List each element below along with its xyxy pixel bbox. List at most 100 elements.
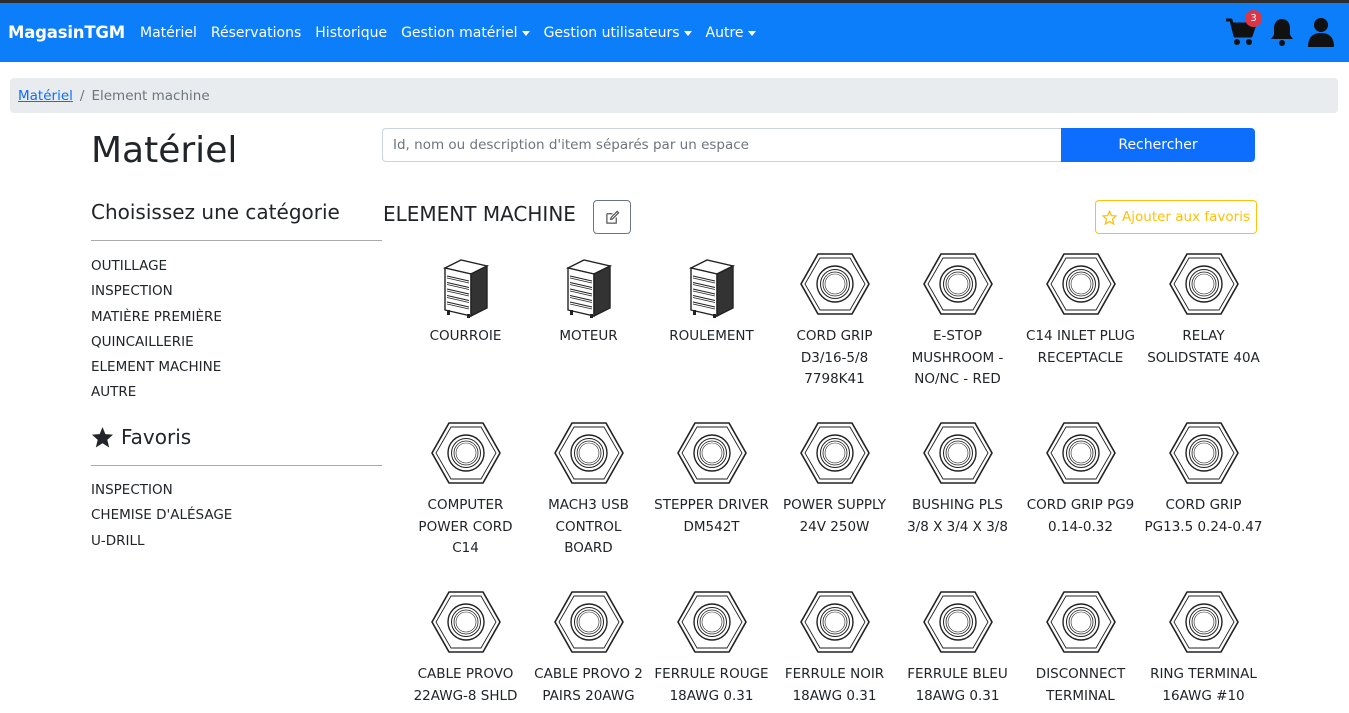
item-card[interactable]: STEPPER DRIVER DM542T	[650, 419, 773, 538]
item-label: COMPUTER POWER CORD C14	[404, 495, 527, 560]
categories-item[interactable]: INSPECTION	[91, 279, 222, 304]
breadcrumb-current: Element machine	[91, 88, 210, 104]
item-card[interactable]: FERRULE BLEU 18AWG 0.31	[896, 588, 1019, 707]
item-label-line: C14 INLET PLUG	[1026, 328, 1135, 344]
caret-down-icon	[683, 30, 692, 36]
hex-nut-icon	[404, 419, 527, 491]
item-label: CABLE PROVO 2 PAIRS 20AWG	[527, 664, 650, 707]
cart-button[interactable]: 3	[1225, 10, 1262, 51]
categories-item[interactable]: OUTILLAGE	[91, 254, 222, 279]
item-label-line: COMPUTER	[427, 497, 504, 513]
category-list: OUTILLAGE INSPECTION MATIÈRE PREMIÈRE QUINC…	[91, 254, 222, 406]
brand-logo[interactable]: MagasinTGM	[8, 23, 125, 42]
item-label: CORD GRIP PG9 0.14-0.32	[1019, 495, 1142, 538]
item-label-line: RING TERMINAL	[1150, 666, 1257, 682]
item-card[interactable]: FERRULE ROUGE 18AWG 0.31	[650, 588, 773, 707]
favorites-item[interactable]: INSPECTION	[91, 478, 232, 503]
categories-item[interactable]: ELEMENT MACHINE	[91, 355, 222, 380]
item-card[interactable]: CORD GRIP D3/16-5/8 7798K41	[773, 250, 896, 391]
item-card[interactable]: RELAY SOLIDSTATE 40A	[1142, 250, 1265, 369]
categories-heading: Choisissez une catégorie	[91, 200, 340, 224]
item-label: ROULEMENT	[650, 326, 773, 348]
breadcrumb: Matériel / Element machine	[10, 78, 1338, 113]
caret-down-icon	[747, 30, 756, 36]
nav-item-mat-riel[interactable]: Matériel	[140, 25, 197, 41]
item-label: MOTEUR	[527, 326, 650, 348]
page-title: Matériel	[91, 130, 238, 171]
item-card[interactable]: POWER SUPPLY 24V 250W	[773, 419, 896, 538]
item-label-line: TERMINAL	[1046, 687, 1115, 704]
item-card[interactable]: MOTEUR	[527, 250, 650, 348]
pencil-square-icon	[605, 210, 619, 224]
item-card[interactable]: COMPUTER POWER CORD C14	[404, 419, 527, 560]
item-label-line: D3/16-5/8	[800, 349, 869, 366]
nav-item-r-servations[interactable]: Réservations	[211, 25, 301, 41]
cabinet-icon	[650, 250, 773, 322]
nav-label: Autre	[705, 25, 744, 41]
item-label-line: 3/8 X 3/4 X 3/8	[907, 518, 1008, 535]
nav-label: Réservations	[210, 25, 302, 41]
categories-item[interactable]: MATIÈRE PREMIÈRE	[91, 305, 222, 330]
item-label-line: CABLE PROVO 2	[534, 666, 643, 682]
item-card[interactable]: COURROIE	[404, 250, 527, 348]
nav-label: Matériel	[140, 25, 197, 41]
hex-nut-icon	[650, 419, 773, 491]
nav-label: Gestion matériel	[401, 25, 518, 41]
main-nav: Matériel Réservations Historique Gestion ma…	[140, 25, 770, 41]
search-input[interactable]	[382, 128, 1062, 162]
item-label: DISCONNECT TERMINAL	[1019, 664, 1142, 707]
item-label-line: E-STOP	[933, 328, 982, 344]
categories-item[interactable]: AUTRE	[91, 380, 222, 405]
notifications-button[interactable]	[1269, 17, 1295, 51]
item-label: C14 INLET PLUG RECEPTACLE	[1019, 326, 1142, 369]
item-card[interactable]: C14 INLET PLUG RECEPTACLE	[1019, 250, 1142, 369]
breadcrumb-link-materiel[interactable]: Matériel	[18, 88, 73, 104]
item-label-line: PG13.5 0.24-0.47	[1144, 518, 1263, 535]
search-button[interactable]: Rechercher	[1061, 128, 1255, 162]
hex-nut-icon	[1142, 250, 1265, 322]
item-label: CORD GRIP PG13.5 0.24-0.47	[1142, 495, 1265, 538]
hex-nut-icon	[773, 588, 896, 660]
nav-item-autre[interactable]: Autre	[706, 25, 756, 41]
hex-nut-icon	[1019, 250, 1142, 322]
item-card[interactable]: CABLE PROVO 22AWG-8 SHLD	[404, 588, 527, 707]
item-label-line: 22AWG-8 SHLD	[413, 687, 518, 704]
edit-category-button[interactable]	[593, 200, 631, 234]
item-label-line: SOLIDSTATE 40A	[1147, 349, 1260, 366]
item-card[interactable]: RING TERMINAL 16AWG #10	[1142, 588, 1265, 707]
hex-nut-icon	[650, 588, 773, 660]
item-card[interactable]: CABLE PROVO 2 PAIRS 20AWG	[527, 588, 650, 707]
breadcrumb-separator: /	[79, 88, 85, 104]
categories-item[interactable]: QUINCAILLERIE	[91, 330, 222, 355]
item-label-line: FERRULE ROUGE	[654, 666, 769, 682]
nav-item-gestion-utilisateurs[interactable]: Gestion utilisateurs	[544, 25, 692, 41]
item-label-line: 18AWG 0.31	[792, 687, 877, 704]
item-card[interactable]: BUSHING PLS 3/8 X 3/4 X 3/8	[896, 419, 1019, 538]
hex-nut-icon	[1142, 588, 1265, 660]
hex-nut-icon	[1019, 588, 1142, 660]
item-label-line: MACH3 USB	[548, 497, 629, 513]
item-label-line: CORD GRIP	[796, 328, 873, 344]
item-card[interactable]: E-STOP MUSHROOM - NO/NC - RED	[896, 250, 1019, 391]
cart-count-badge: 3	[1245, 10, 1262, 27]
item-label: BUSHING PLS 3/8 X 3/4 X 3/8	[896, 495, 1019, 538]
nav-item-historique[interactable]: Historique	[315, 25, 387, 41]
item-card[interactable]: MACH3 USB CONTROL BOARD	[527, 419, 650, 560]
user-menu-button[interactable]	[1307, 17, 1335, 51]
star-outline-icon	[1102, 209, 1118, 225]
hex-nut-icon	[527, 588, 650, 660]
favorites-item[interactable]: CHEMISE D'ALÉSAGE	[91, 503, 232, 528]
favorites-item[interactable]: U-DRILL	[91, 529, 232, 554]
nav-item-gestion-mat-riel[interactable]: Gestion matériel	[401, 25, 530, 41]
item-card[interactable]: DISCONNECT TERMINAL	[1019, 588, 1142, 707]
item-label-line: DM542T	[683, 518, 740, 535]
item-card[interactable]: ROULEMENT	[650, 250, 773, 348]
add-favorite-button[interactable]: Ajouter aux favoris	[1095, 200, 1257, 234]
hex-nut-icon	[1142, 419, 1265, 491]
item-label-line: ROULEMENT	[669, 328, 754, 344]
item-card[interactable]: CORD GRIP PG13.5 0.24-0.47	[1142, 419, 1265, 538]
top-navbar: MagasinTGM Matériel Réservations Historiqu…	[0, 0, 1349, 62]
item-card[interactable]: CORD GRIP PG9 0.14-0.32	[1019, 419, 1142, 538]
hex-nut-icon	[404, 588, 527, 660]
item-card[interactable]: FERRULE NOIR 18AWG 0.31	[773, 588, 896, 707]
